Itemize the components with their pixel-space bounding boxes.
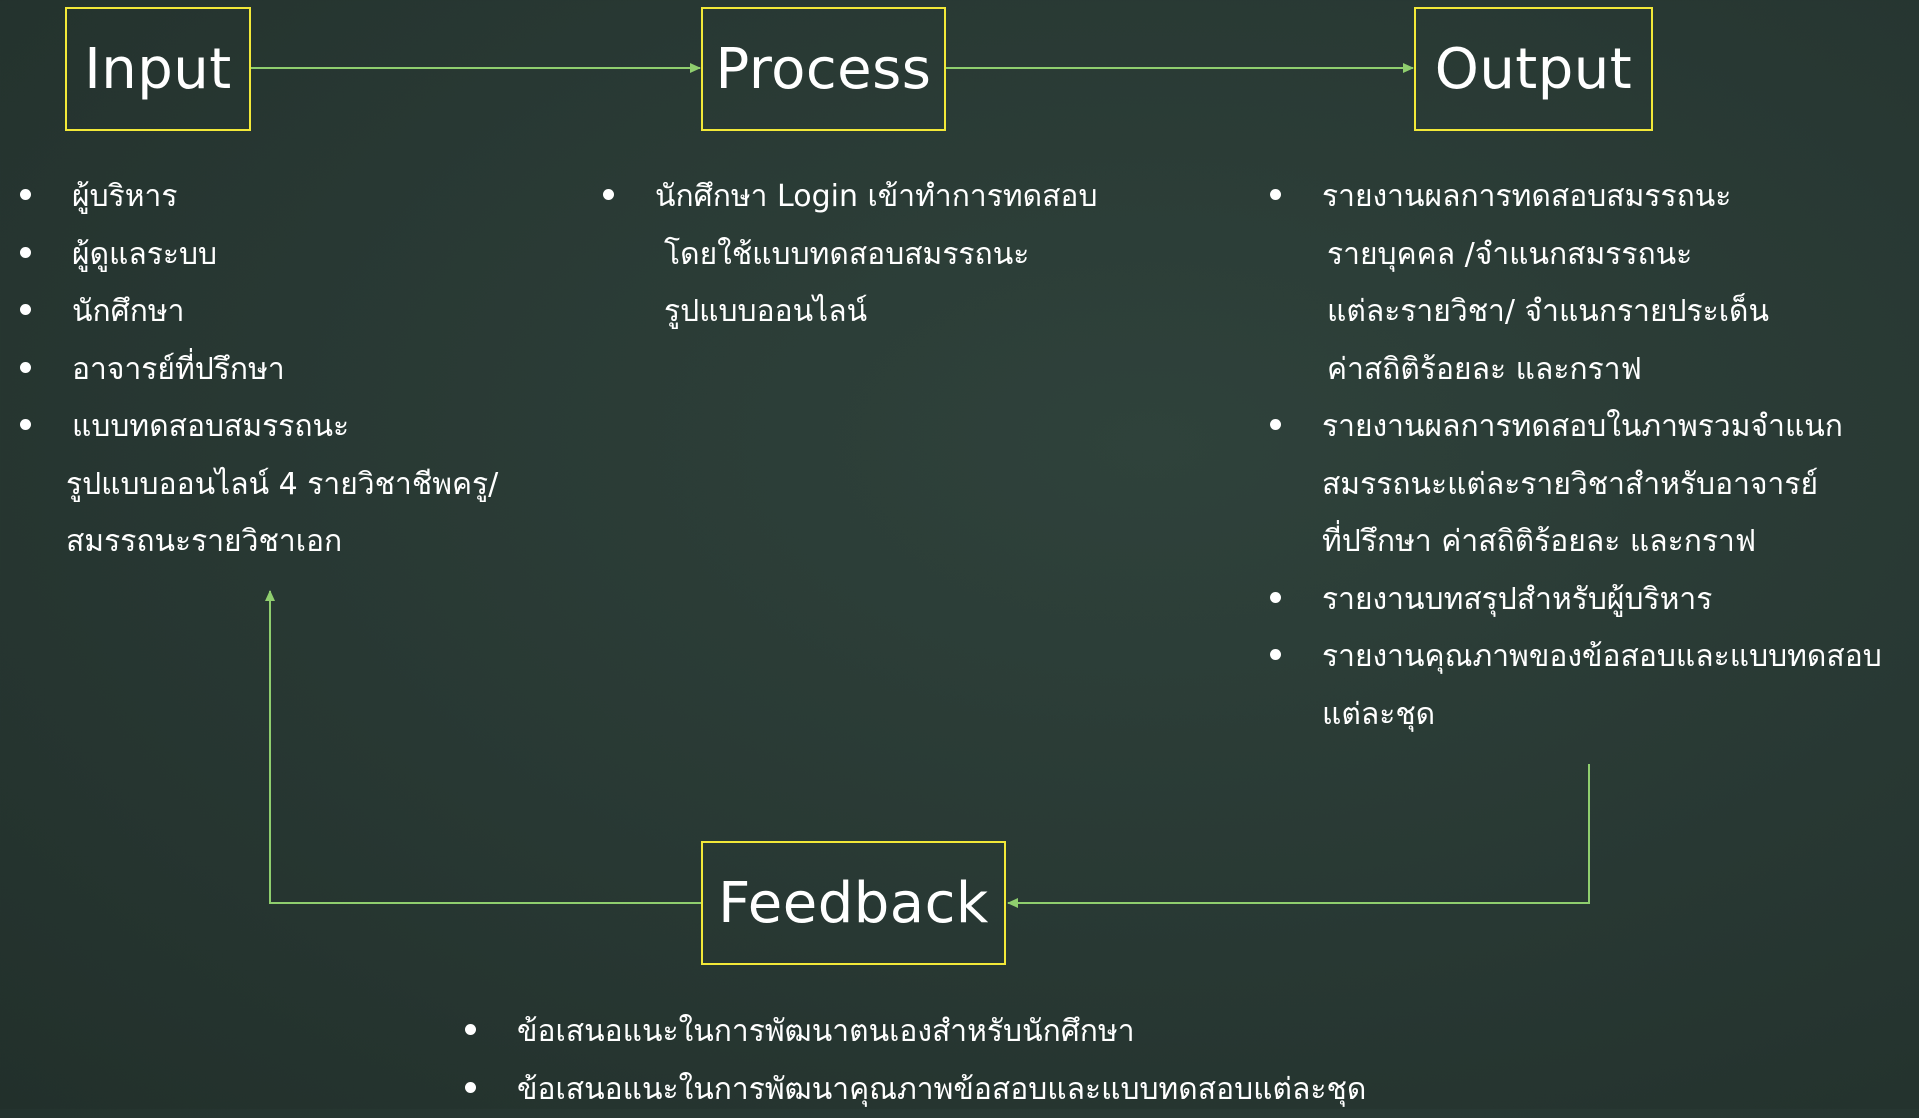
output-item-overall-report-line3: ที่ปรึกษา ค่าสถิติร้อยละ และกราฟ xyxy=(1264,513,1882,571)
process-item-login-line2: โดยใช้แบบทดสอบสมรรถนะ xyxy=(597,226,1098,284)
input-item-admin: ผู้ดูแลระบบ xyxy=(14,226,498,284)
arrow-output-to-feedback xyxy=(1008,764,1589,903)
output-item-individual-report-line3: แต่ละรายวิชา/ จำแนกรายประเด็น xyxy=(1264,283,1882,341)
output-box: Output xyxy=(1414,7,1653,131)
feedback-list: ข้อเสนอแนะในการพัฒนาตนเองสำหรับนักศึกษา … xyxy=(459,1003,1366,1118)
input-list: ผู้บริหาร ผู้ดูแลระบบ นักศึกษา อาจารย์ที… xyxy=(14,168,498,571)
feedback-item-test-quality: ข้อเสนอแนะในการพัฒนาคุณภาพข้อสอบและแบบทด… xyxy=(459,1061,1366,1118)
process-item-login-line3: รูปแบบออนไลน์ xyxy=(597,283,1098,341)
arrow-feedback-to-input xyxy=(270,591,701,903)
input-item-student: นักศึกษา xyxy=(14,283,498,341)
output-item-overall-report: รายงานผลการทดสอบในภาพรวมจำแนก xyxy=(1264,398,1882,456)
output-item-executive-summary: รายงานบทสรุปสำหรับผู้บริหาร xyxy=(1264,571,1882,629)
output-item-individual-report-line4: ค่าสถิติร้อยละ และกราฟ xyxy=(1264,341,1882,399)
output-item-overall-report-line2: สมรรถนะแต่ละรายวิชาสำหรับอาจารย์ xyxy=(1264,456,1882,514)
output-list: รายงานผลการทดสอบสมรรถนะ รายบุคคล /จำแนกส… xyxy=(1264,168,1882,743)
input-item-executive: ผู้บริหาร xyxy=(14,168,498,226)
input-item-test-line2: รูปแบบออนไลน์ 4 รายวิชาชีพครู/ xyxy=(14,456,498,514)
feedback-item-self-development: ข้อเสนอแนะในการพัฒนาตนเองสำหรับนักศึกษา xyxy=(459,1003,1366,1061)
input-box: Input xyxy=(65,7,251,131)
output-item-individual-report-line2: รายบุคคล /จำแนกสมรรถนะ xyxy=(1264,226,1882,284)
output-item-individual-report: รายงานผลการทดสอบสมรรถนะ xyxy=(1264,168,1882,226)
process-box: Process xyxy=(701,7,946,131)
output-item-quality-report: รายงานคุณภาพของข้อสอบและแบบทดสอบ xyxy=(1264,628,1882,686)
input-item-test-line3: สมรรถนะรายวิชาเอก xyxy=(14,513,498,571)
process-list: นักศึกษา Login เข้าทำการทดสอบ โดยใช้แบบท… xyxy=(597,168,1098,341)
output-item-quality-report-line2: แต่ละชุด xyxy=(1264,686,1882,744)
input-item-test: แบบทดสอบสมรรถนะ xyxy=(14,398,498,456)
process-item-login: นักศึกษา Login เข้าทำการทดสอบ xyxy=(597,168,1098,226)
input-item-advisor: อาจารย์ที่ปรึกษา xyxy=(14,341,498,399)
feedback-box: Feedback xyxy=(701,841,1006,965)
